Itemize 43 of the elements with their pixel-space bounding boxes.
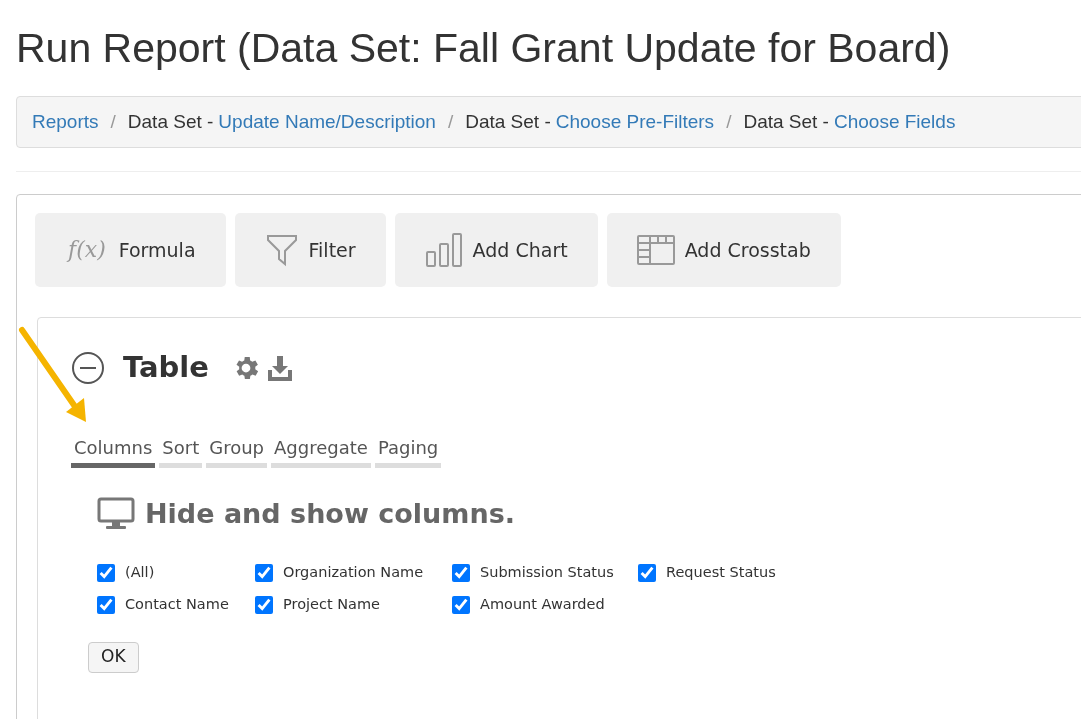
monitor-icon [97,496,135,531]
checkbox-label: Amount Awarded [480,594,605,614]
checkbox-label: Organization Name [283,563,424,582]
checkbox[interactable] [638,563,656,582]
breadcrumb-link[interactable]: Choose Pre-Filters [555,107,715,137]
tab[interactable]: Aggregate [271,433,371,468]
grid-table-icon [636,235,675,265]
breadcrumb-separator: / [726,109,732,134]
checkbox-label: Request Status [666,563,776,582]
breadcrumb-link[interactable]: Update Name/Description [218,107,436,137]
breadcrumb-label: Data Set - [465,109,551,134]
breadcrumb-link[interactable]: Reports [32,107,99,137]
checkbox-label: Contact Name [125,594,229,614]
checkbox-label: (All) [125,563,155,582]
collapse-icon[interactable] [71,350,105,385]
page-title: Run Report (Data Set: Fall Grant Update for Board) [16,24,952,73]
checkbox[interactable] [97,595,115,614]
toolbar-button[interactable]: f(x) Formula [35,213,226,287]
toolbar-button[interactable]: Filter [234,213,386,287]
breadcrumb-separator: / [110,109,116,134]
breadcrumb-label: Data Set - [743,109,829,134]
checkbox[interactable] [255,563,273,582]
toolbar-button[interactable]: Add Chart [394,213,598,287]
checkbox-label: Project Name [283,594,380,614]
breadcrumb-link[interactable]: Choose Fields [833,107,956,137]
breadcrumb-label: Data Set - [127,109,214,134]
tab[interactable]: Paging [374,433,442,468]
toolbar-button[interactable]: Add Crosstab [606,213,841,287]
checkbox-label: Submission Status [480,563,614,582]
section-title: Table [123,349,209,386]
checkbox[interactable] [97,563,115,582]
tab[interactable]: Group [206,433,268,468]
bar-chart-icon [424,232,463,268]
funnel-icon [264,233,299,267]
breadcrumb-separator: / [447,109,454,134]
function-icon: f(x) [65,234,109,266]
section-heading: Hide and show columns. [145,496,515,531]
checkbox[interactable] [452,595,470,614]
checkbox[interactable] [255,595,273,614]
tab[interactable]: Sort [159,433,203,468]
tab[interactable]: Columns [71,433,156,468]
checkbox[interactable] [452,563,470,582]
ok-button[interactable]: OK [88,641,139,673]
